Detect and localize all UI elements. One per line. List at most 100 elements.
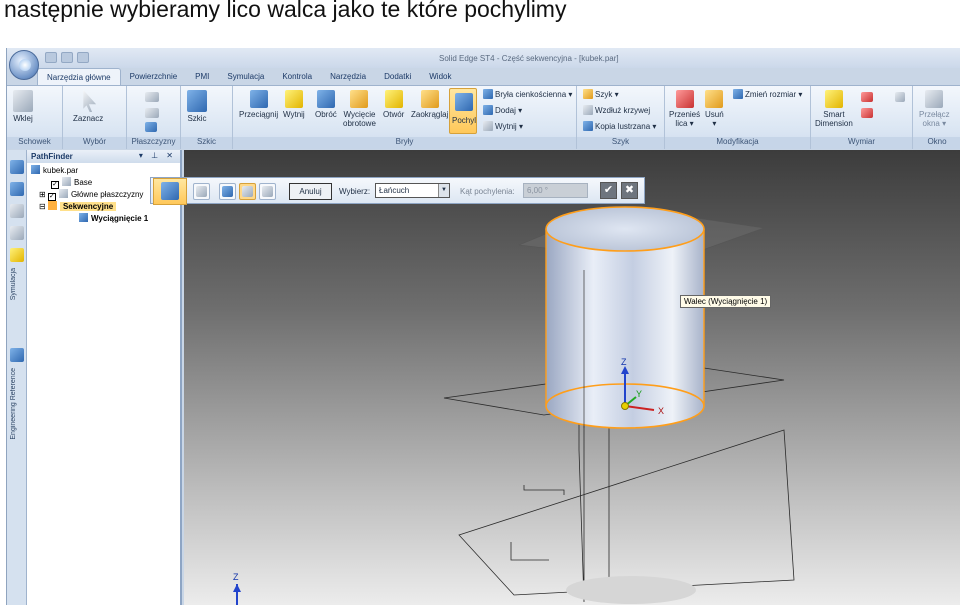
view-triad-z-label: Z [233,572,239,582]
thin-wall-button[interactable]: Bryła cienkościenna ▾ [483,89,572,99]
hole-button[interactable]: Otwór [383,90,404,119]
angle-dimension-icon[interactable] [861,108,873,118]
tab-kontrola[interactable]: Kontrola [273,68,321,85]
revolved-cut-label-2: obrotowe [343,119,376,128]
close-button[interactable]: ✖ [621,182,638,199]
direction-icon [262,186,273,197]
layers-tab-icon[interactable] [10,182,24,196]
revolve-button[interactable]: Obróć [315,90,337,119]
draft-command-bar: Anuluj Wybierz: Łańcuch ▼ Kąt pochylenia… [150,177,645,205]
sketch-button[interactable]: Szkic [187,90,207,123]
group-label-okno: Okno [913,137,960,149]
paste-button[interactable]: Wklej [13,90,33,123]
tab-narzedzia[interactable]: Narzędzia [321,68,375,85]
move-faces-button[interactable]: Przenieś lica ▾ [669,90,700,128]
pathfinder-tab-icon[interactable] [10,160,24,174]
chevron-down-icon[interactable]: ▼ [438,184,449,197]
select-mode-value: Łańcuch [379,186,410,195]
round-button[interactable]: Zaokrąglaj [411,90,448,119]
engineering-reference-tab-label[interactable]: Engineering Reference [10,368,17,440]
revolved-cut-label-1: Wycięcie [343,110,376,119]
group-label-schowek: Schowek [7,137,62,149]
coordinate-system-icon [62,177,71,186]
redo-icon[interactable] [77,52,89,63]
tab-widok[interactable]: Widok [420,68,460,85]
hole-icon [384,90,403,108]
engineering-reference-tab-icon[interactable] [10,348,24,362]
draft-face-step-button[interactable] [239,183,256,200]
family-tab-icon[interactable] [10,226,24,240]
application-button[interactable] [9,50,39,80]
tree-item-main-planes[interactable]: ⊞ ✓ Główne płaszczyzny [39,189,143,201]
cut-button[interactable]: Wytnij [283,90,305,119]
view-triad-z-arrow [233,584,241,592]
tree-item-extrude-1[interactable]: Wyciągnięcie 1 [79,213,148,223]
tree-item-sekwencyjne[interactable]: ⊟ Sekwencyjne [39,201,117,211]
main-planes-checkbox[interactable]: ✓ [47,193,56,201]
tab-pmi[interactable]: PMI [186,68,218,85]
accept-button[interactable]: ✔ [600,182,617,199]
coordinate-system-icon[interactable] [145,122,157,132]
ribbon-tabs: Narzędzia główne Powierzchnie PMI Symula… [37,68,460,85]
dimension-icon[interactable] [861,92,873,102]
simulation-tab-icon[interactable] [10,248,24,262]
smart-dimension-button[interactable]: Smart Dimension [815,90,853,128]
plane-icon[interactable] [145,92,159,102]
tree-root[interactable]: kubek.par [31,165,78,175]
tab-dodatki[interactable]: Dodatki [375,68,420,85]
base-checkbox[interactable]: ✓ [51,181,59,189]
x-axis-label: X [658,406,664,416]
cut-label: Wytnij [283,110,305,119]
draft-angle-input[interactable]: 6,00 ° [523,183,588,198]
collapse-icon[interactable]: ⊟ [39,202,48,211]
add-button[interactable]: Dodaj ▾ [483,105,522,115]
save-icon[interactable] [45,52,57,63]
tab-powierzchnie[interactable]: Powierzchnie [121,68,187,85]
smart-dimension-label-1: Smart [823,110,845,119]
add-label: Dodaj [495,106,516,115]
mirror-button[interactable]: Kopia lustrzana ▾ [583,121,656,131]
direction-step-button[interactable] [259,183,276,200]
select-face-step-button[interactable] [219,183,236,200]
group-wybor: Zaznacz Wybór [63,86,127,149]
part-icon [31,165,40,174]
resize-icon [733,89,743,99]
select-face-icon [222,186,233,197]
pathfinder-window-controls[interactable]: ▾ ⊥ ✕ [139,151,176,160]
extrude-button[interactable]: Przeciągnij [239,90,278,119]
delete-button[interactable]: Usuń ▾ [705,90,724,128]
select-mode-dropdown[interactable]: Łańcuch ▼ [375,183,450,198]
options-button[interactable] [193,183,210,200]
group-label-modyfikacja: Modyfikacja [665,137,810,149]
text-icon[interactable] [895,92,905,102]
along-curve-button[interactable]: Wzdłuż krzywej [583,105,650,115]
expand-icon[interactable]: ⊞ [39,190,48,199]
y-axis-label: Y [636,389,642,399]
undo-icon[interactable] [61,52,73,63]
tree-item-base[interactable]: ✓ Base [51,177,92,189]
group-label-szyk: Szyk [577,137,664,149]
simulation-tab-label[interactable]: Symulacja [10,268,17,300]
tab-symulacja[interactable]: Symulacja [218,68,273,85]
library-tab-icon[interactable] [10,204,24,218]
plane-handle-1 [523,485,565,495]
z-axis-label: Z [621,357,627,367]
switch-windows-button[interactable]: Przełącz okna ▾ [919,90,950,128]
draft-step-button[interactable] [153,178,187,205]
revolved-cut-button[interactable]: Wycięcie obrotowe [343,90,376,128]
cancel-command-button[interactable]: Anuluj [289,183,332,200]
check-icon: ✔ [603,184,614,196]
draft-button[interactable]: Pochyl [449,88,477,134]
graphics-viewport[interactable]: Z Y X Z [184,150,960,605]
select-button[interactable]: Zaznacz [73,90,103,123]
cut-small-button[interactable]: Wytnij ▾ [483,121,523,131]
left-tab-strip: Symulacja Engineering Reference [7,150,27,605]
planes-icon [58,189,68,198]
resize-button[interactable]: Zmień rozmiar ▾ [733,89,802,99]
group-label-wybor: Wybór [63,137,126,149]
mirror-icon [583,121,593,131]
plane-offset-icon[interactable] [145,108,159,118]
tab-narzedzia-glowne[interactable]: Narzędzia główne [37,68,121,85]
extrude-label: Przeciągnij [239,110,279,119]
pattern-button[interactable]: Szyk ▾ [583,89,619,99]
